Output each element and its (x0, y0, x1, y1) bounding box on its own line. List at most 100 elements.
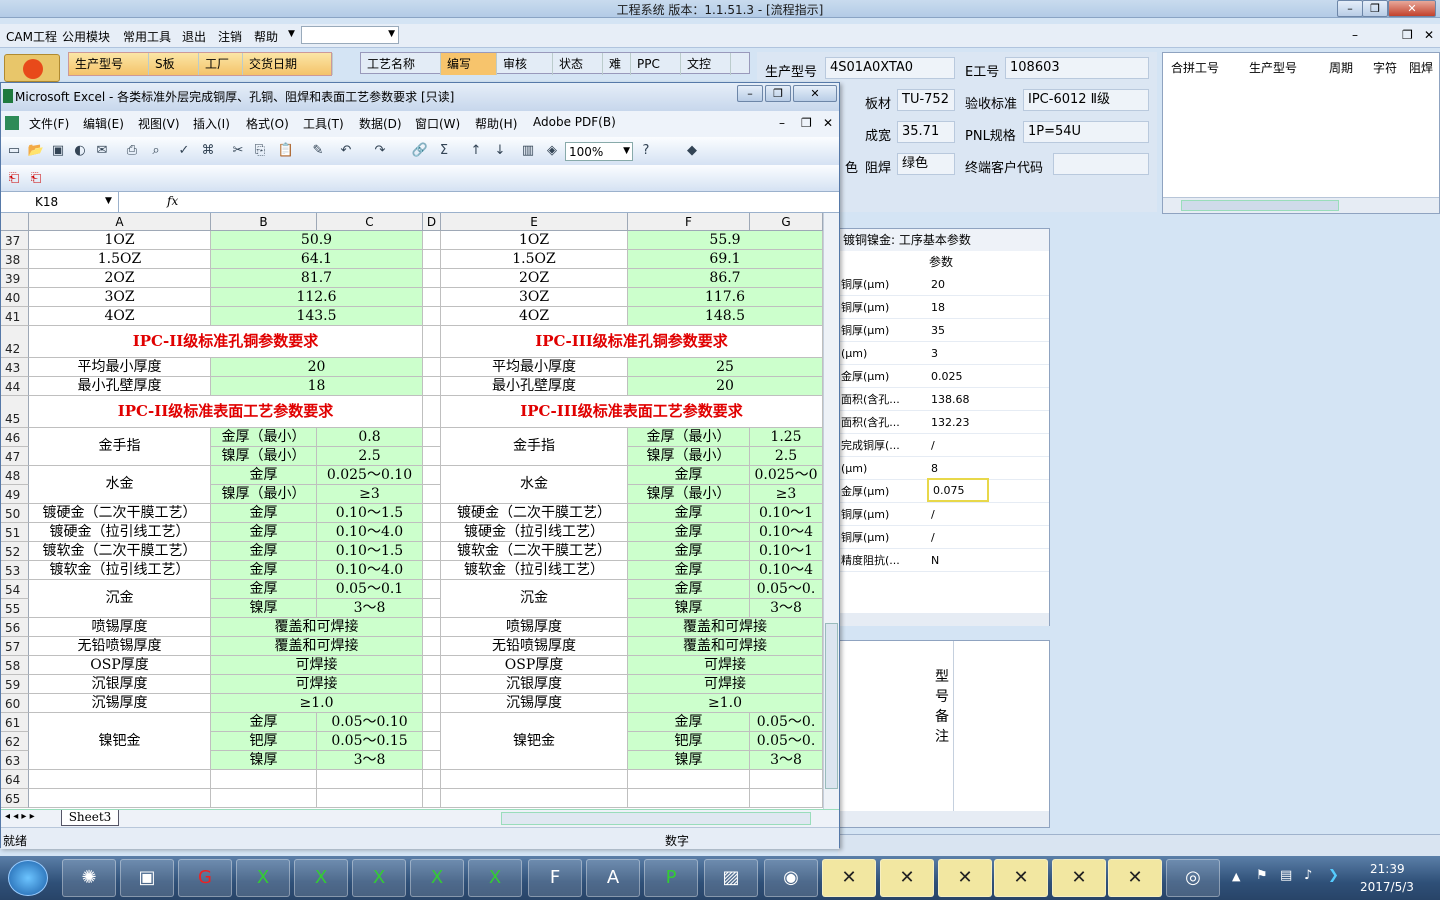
row-header[interactable]: 54 (1, 580, 29, 599)
grid-cell[interactable]: 143.5 (211, 307, 423, 326)
grid-cell[interactable]: 3～8 (317, 751, 423, 770)
grid-cell[interactable] (423, 250, 441, 269)
menu-tools[interactable]: 常用工具 (123, 28, 171, 45)
grid-cell[interactable]: 覆盖和可焊接 (211, 618, 423, 637)
param-value[interactable]: / (931, 526, 935, 549)
copy-icon[interactable]: ⎘ (251, 142, 269, 160)
row-header[interactable]: 50 (1, 504, 29, 523)
grid-cell[interactable] (423, 523, 441, 542)
grid-cell[interactable]: 金厚 (211, 561, 317, 580)
grid-cell[interactable]: 沉锡厚度 (441, 694, 628, 713)
param-value[interactable]: / (931, 503, 935, 526)
sheet-tab-sheet3[interactable]: Sheet3 (61, 810, 119, 826)
start-button[interactable] (8, 860, 48, 896)
taskbar-foxmail-icon[interactable]: F (528, 859, 582, 897)
row-header[interactable]: 55 (1, 599, 29, 618)
xl-menu-pdf[interactable]: Adobe PDF(B) (533, 115, 616, 129)
new-icon[interactable]: ▭ (5, 142, 23, 160)
grid-cell[interactable]: 0.05～0. (750, 732, 823, 751)
grid-cell[interactable] (423, 789, 441, 808)
grid-cell[interactable] (441, 789, 628, 808)
grid-cell[interactable]: 3～8 (750, 599, 823, 618)
col-process-name[interactable]: 工艺名称 (361, 53, 441, 75)
save-icon[interactable]: ▣ (49, 142, 67, 160)
grid-cell[interactable] (628, 770, 750, 789)
grid-cell[interactable] (423, 231, 441, 250)
combo-col-solder[interactable]: 阻焊 (1409, 59, 1433, 76)
taskbar-app-shell-icon[interactable]: ✺ (62, 859, 116, 897)
taskbar-x-icon[interactable]: ✕ (1108, 859, 1162, 897)
grid-cell[interactable]: 金厚 (211, 523, 317, 542)
row-header[interactable]: 59 (1, 675, 29, 694)
grid-cell[interactable] (211, 789, 317, 808)
vertical-scrollbar[interactable] (823, 213, 839, 809)
grid-cell[interactable]: 可焊接 (211, 656, 423, 675)
grid-cell[interactable]: 金厚 (211, 466, 317, 485)
app-logo-button[interactable] (4, 54, 60, 82)
grid-cell[interactable]: 金厚（最小） (628, 428, 750, 447)
row-header[interactable]: 39 (1, 269, 29, 288)
grid-cell[interactable] (423, 713, 441, 732)
taskbar-save-icon[interactable]: ▣ (120, 859, 174, 897)
row-header[interactable]: 63 (1, 751, 29, 770)
sort-desc-icon[interactable]: ↓ (491, 142, 509, 160)
permission-icon[interactable]: ◐ (71, 142, 89, 160)
menu-cam[interactable]: CAM工程 (6, 28, 57, 45)
grid-cell[interactable]: 沉金 (29, 580, 211, 618)
section-title[interactable]: IPC-II级标准表面工艺参数要求 (29, 396, 423, 428)
grid-cell[interactable] (423, 358, 441, 377)
grid-cell[interactable]: 20 (628, 377, 823, 396)
grid-cell[interactable]: 金厚 (628, 713, 750, 732)
grid-cell[interactable]: 镍厚（最小） (628, 447, 750, 466)
grid-cell[interactable]: 镀软金（拉引线工艺） (29, 561, 211, 580)
combo-col-char[interactable]: 字符 (1373, 59, 1397, 76)
taskbar-image-icon[interactable]: ▨ (704, 859, 758, 897)
tab-nav-icon[interactable]: ◂ ◂ ▸ ▸ (5, 811, 35, 822)
e-no-field[interactable]: 108603 (1005, 57, 1149, 79)
grid-cell[interactable]: 1.25 (750, 428, 823, 447)
grid-cell[interactable]: OSP厚度 (29, 656, 211, 675)
tray-app-icon[interactable]: ❯ (1328, 868, 1339, 883)
grid-cell[interactable] (29, 789, 211, 808)
board-field[interactable]: TU-752 (897, 89, 955, 111)
grid-cell[interactable]: 86.7 (628, 269, 823, 288)
grid-cell[interactable]: 25 (628, 358, 823, 377)
column-header-g[interactable]: G (750, 213, 823, 231)
row-header[interactable]: 44 (1, 377, 29, 396)
grid-cell[interactable]: 2OZ (441, 269, 628, 288)
xl-menu-format[interactable]: 格式(O) (246, 115, 289, 132)
grid-cell[interactable]: ≥1.0 (628, 694, 823, 713)
row-header[interactable]: 43 (1, 358, 29, 377)
grid-cell[interactable]: 1.5OZ (441, 250, 628, 269)
tray-flag-icon[interactable]: ⚑ (1256, 868, 1268, 883)
fx-icon[interactable]: fx (167, 194, 178, 208)
grid-cell[interactable]: 镍钯金 (441, 713, 628, 770)
row-header[interactable]: 38 (1, 250, 29, 269)
grid-cell[interactable]: 沉银厚度 (441, 675, 628, 694)
grid-cell[interactable]: 镍钯金 (29, 713, 211, 770)
grid-cell[interactable] (423, 377, 441, 396)
tray-network-icon[interactable]: ▤ (1280, 868, 1292, 883)
xl-menu-edit[interactable]: 编辑(E) (83, 115, 124, 132)
menu-help[interactable]: 帮助 (254, 28, 278, 45)
grid-cell[interactable]: 金厚 (628, 580, 750, 599)
combo-hscroll[interactable] (1163, 197, 1439, 213)
combo-hscroll-thumb[interactable] (1181, 200, 1339, 211)
grid-cell[interactable]: 金厚 (211, 580, 317, 599)
grid-cell[interactable]: 1OZ (441, 231, 628, 250)
grid-cell[interactable]: 平均最小厚度 (441, 358, 628, 377)
xl-menu-view[interactable]: 视图(V) (138, 115, 180, 132)
param-row[interactable]: 完成铜厚(... / (839, 434, 1049, 457)
grid-cell[interactable]: 镍厚 (211, 751, 317, 770)
mdi-restore-icon[interactable]: ❐ (1402, 28, 1413, 42)
combo-col-model[interactable]: 生产型号 (1249, 59, 1297, 76)
print-icon[interactable]: ⎙ (123, 142, 141, 160)
excel-restore-button[interactable]: ❐ (765, 85, 791, 102)
grid-cell[interactable]: 2.5 (317, 447, 423, 466)
taskbar-excel-icon[interactable]: X (352, 859, 406, 897)
grid-cell[interactable]: 钯厚 (628, 732, 750, 751)
grid-cell[interactable]: 69.1 (628, 250, 823, 269)
grid-cell[interactable] (441, 770, 628, 789)
accept-field[interactable]: IPC-6012 Ⅱ级 (1023, 89, 1149, 111)
grid-cell[interactable] (211, 770, 317, 789)
